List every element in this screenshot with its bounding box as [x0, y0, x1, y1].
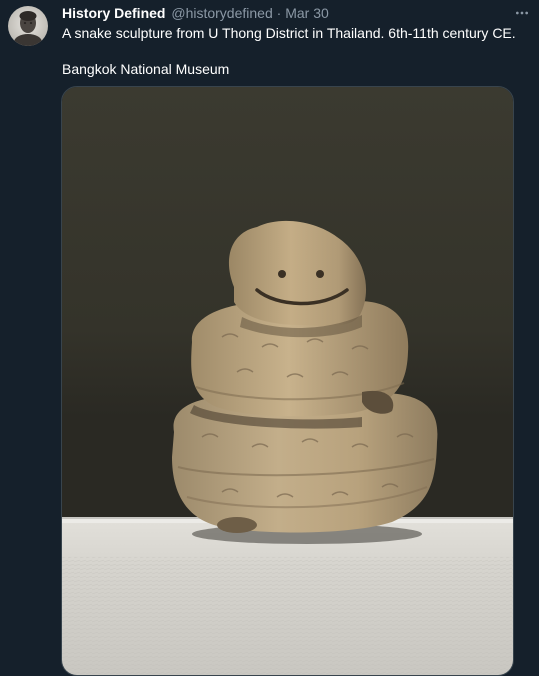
- tweet-media-photo[interactable]: [61, 86, 514, 676]
- author-display-name[interactable]: History Defined: [62, 5, 165, 21]
- author-handle[interactable]: @historydefined: [171, 5, 272, 21]
- tweet: History Defined @historydefined · Mar 30…: [0, 0, 539, 676]
- tweet-text-line: A snake sculpture from U Thong District …: [62, 25, 516, 41]
- bust-portrait-icon: [8, 6, 48, 46]
- photo-snake-sculpture: [62, 87, 513, 675]
- tweet-text: A snake sculpture from U Thong District …: [62, 25, 527, 78]
- more-options-button[interactable]: [511, 2, 533, 24]
- header-separator: ·: [276, 5, 282, 21]
- author-avatar[interactable]: [8, 6, 48, 46]
- tweet-text-line: Bangkok National Museum: [62, 61, 230, 77]
- tweet-header: History Defined @historydefined · Mar 30: [62, 5, 329, 21]
- more-horizontal-icon: [516, 11, 528, 15]
- tweet-timestamp[interactable]: Mar 30: [285, 5, 329, 21]
